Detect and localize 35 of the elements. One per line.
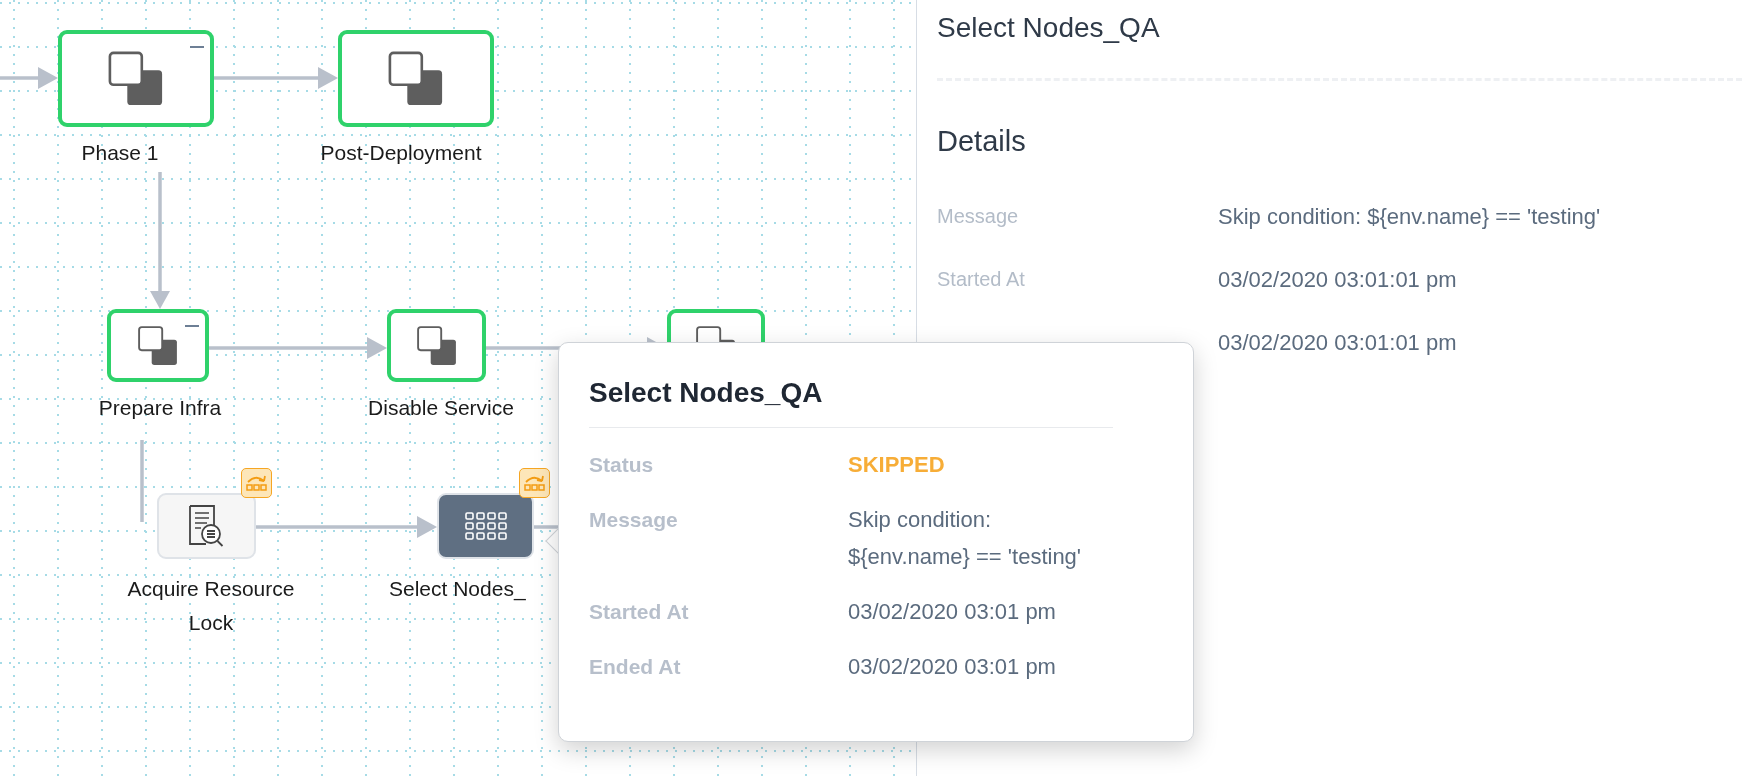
field-value: 03/02/2020 03:01:01 pm (1218, 266, 1458, 293)
field-label: Message (937, 205, 1020, 228)
node-label: Post-Deployment (320, 140, 482, 166)
field-value: 03/02/2020 03:01 pm (848, 598, 1057, 626)
panel-title: Select Nodes_QA (937, 11, 1161, 45)
node-label: Disable Service (368, 395, 514, 421)
phase-node[interactable] (387, 309, 486, 382)
field-label: Message (589, 507, 679, 533)
field-value: Skip condition: ${env.name} == 'testing' (1218, 203, 1602, 230)
field-label: Started At (937, 268, 1026, 291)
squares-icon (107, 49, 165, 108)
connector-arrow (0, 67, 58, 89)
section-heading: Details (937, 124, 1027, 159)
field-label: Status (589, 452, 655, 478)
status-value: SKIPPED (848, 451, 946, 479)
node-label: Phase 1 (81, 140, 159, 166)
node-label: Select Nodes_ (389, 576, 526, 603)
field-label: Ended At (589, 654, 682, 680)
squares-icon (415, 324, 458, 367)
squares-icon (387, 49, 445, 108)
phase-node[interactable] (58, 30, 214, 127)
connector-line (534, 525, 558, 529)
field-value: Skip condition: ${env.name} == 'testing' (848, 506, 1083, 571)
step-node[interactable] (157, 493, 256, 559)
field-value: 03/02/2020 03:01 pm (848, 653, 1057, 681)
squares-icon (137, 324, 179, 367)
node-label: Acquire Resource Lock (126, 576, 296, 636)
popover-title: Select Nodes_QA (589, 376, 823, 410)
field-label: Started At (589, 599, 690, 625)
grid-icon (463, 511, 508, 541)
field-value: 03/02/2020 03:01:01 pm (1218, 329, 1458, 356)
selected-step-node[interactable] (437, 493, 534, 559)
phase-node[interactable] (338, 30, 494, 127)
phase-node[interactable] (107, 309, 209, 382)
node-label: Prepare Infra (98, 395, 222, 421)
